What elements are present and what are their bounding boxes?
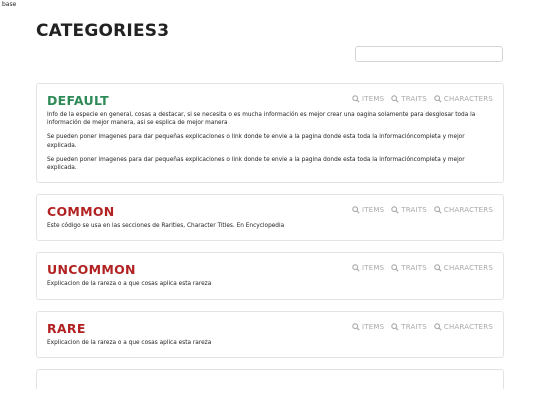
items-link[interactable]: ITEMS <box>352 206 384 214</box>
characters-link-label: CHARACTERS <box>443 322 493 331</box>
category-description: Info de la especie en general, cosas a d… <box>47 111 493 172</box>
description-paragraph: Se pueden poner imagenes para dar pequeñ… <box>47 156 465 172</box>
traits-link[interactable]: TRAITS <box>391 95 427 103</box>
search-input[interactable] <box>355 46 503 62</box>
search-icon <box>352 206 360 214</box>
category-card-rare: RARE ITEMS TRAITS CHARACTERS Explicacion… <box>36 310 504 358</box>
description-paragraph: Explicacion de la rareza o a que cosas a… <box>47 281 212 288</box>
category-links: ITEMS TRAITS CHARACTERS <box>352 206 493 214</box>
traits-link[interactable]: TRAITS <box>391 323 427 331</box>
search-icon <box>391 95 399 103</box>
category-card-partial <box>36 368 504 389</box>
base-label: base <box>2 1 17 8</box>
items-link[interactable]: ITEMS <box>352 95 384 103</box>
description-paragraph: Este código se usa en las secciones de R… <box>47 223 285 230</box>
traits-link-label: TRAITS <box>401 322 427 331</box>
items-link-label: ITEMS <box>362 322 385 331</box>
search-icon <box>391 206 399 214</box>
items-link-label: ITEMS <box>362 264 385 273</box>
category-links: ITEMS TRAITS CHARACTERS <box>352 323 493 331</box>
traits-link-label: TRAITS <box>401 264 427 273</box>
search-icon <box>434 95 442 103</box>
category-list: DEFAULT ITEMS TRAITS CHARACTERS Info de … <box>36 83 504 400</box>
category-links: ITEMS TRAITS CHARACTERS <box>352 264 493 272</box>
category-card-common: COMMON ITEMS TRAITS CHARACTERS Este códi… <box>36 194 504 242</box>
category-card-uncommon: UNCOMMON ITEMS TRAITS CHARACTERS Explica… <box>36 252 504 300</box>
category-card-default: DEFAULT ITEMS TRAITS CHARACTERS Info de … <box>36 83 504 184</box>
search-icon <box>352 95 360 103</box>
traits-link[interactable]: TRAITS <box>391 206 427 214</box>
search-icon <box>352 264 360 273</box>
items-link-label: ITEMS <box>362 95 385 103</box>
description-paragraph: Explicacion de la rareza o a que cosas a… <box>47 339 212 346</box>
characters-link[interactable]: CHARACTERS <box>434 323 493 331</box>
page-title: CATEGORIES3 <box>36 21 170 41</box>
search-icon <box>434 206 442 214</box>
search-icon <box>391 264 399 273</box>
characters-link-label: CHARACTERS <box>443 206 493 215</box>
traits-link[interactable]: TRAITS <box>391 264 427 272</box>
search-icon <box>434 322 442 331</box>
characters-link[interactable]: CHARACTERS <box>434 264 493 272</box>
items-link[interactable]: ITEMS <box>352 264 384 272</box>
category-description: Este código se usa en las secciones de R… <box>47 222 493 230</box>
category-links: ITEMS TRAITS CHARACTERS <box>352 95 493 103</box>
characters-link[interactable]: CHARACTERS <box>434 206 493 214</box>
search-icon <box>434 264 442 273</box>
traits-link-label: TRAITS <box>401 95 427 103</box>
characters-link-label: CHARACTERS <box>443 95 493 103</box>
search-icon <box>391 322 399 331</box>
description-paragraph: Info de la especie en general, cosas a d… <box>47 112 476 127</box>
category-description: Explicacion de la rareza o a que cosas a… <box>47 339 493 347</box>
items-link[interactable]: ITEMS <box>352 323 384 331</box>
characters-link[interactable]: CHARACTERS <box>434 95 493 103</box>
search-icon <box>352 322 360 331</box>
items-link-label: ITEMS <box>362 206 385 215</box>
category-description: Explicacion de la rareza o a que cosas a… <box>47 280 493 288</box>
characters-link-label: CHARACTERS <box>443 264 493 273</box>
description-paragraph: Se pueden poner imagenes para dar pequeñ… <box>47 134 465 149</box>
traits-link-label: TRAITS <box>401 206 427 215</box>
